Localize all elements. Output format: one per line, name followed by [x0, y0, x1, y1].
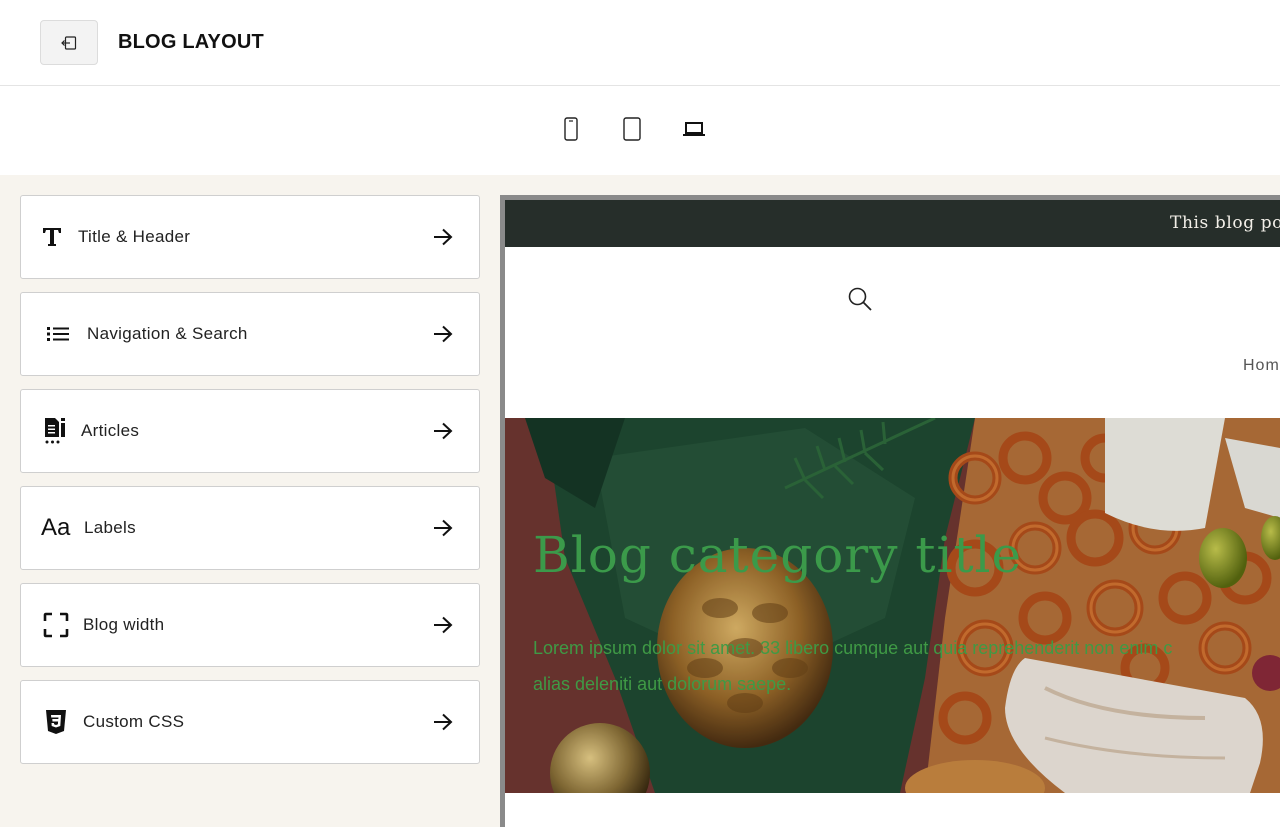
arrow-right-icon [433, 681, 453, 763]
laptop-icon [683, 122, 705, 136]
css3-icon [45, 681, 67, 763]
nav-home-link[interactable]: Hom [1243, 357, 1280, 375]
arrow-right-icon [433, 196, 453, 278]
arrow-right-icon [433, 487, 453, 569]
menu-item-custom-css[interactable]: Custom CSS [20, 680, 480, 764]
announcement-text: This blog po [1170, 213, 1280, 233]
expand-frame-icon [43, 584, 69, 666]
announcement-bar: This blog po [505, 200, 1280, 247]
hero-food-photo [505, 418, 1280, 793]
menu-item-blog-width[interactable]: Blog width [20, 583, 480, 667]
hero-description: Lorem ipsum dolor sit amet. 33 libero cu… [533, 630, 1280, 702]
tablet-icon [623, 117, 641, 141]
search-icon[interactable] [847, 286, 873, 317]
menu-item-label: Title & Header [78, 227, 191, 246]
top-bar: BLOG LAYOUT [0, 0, 1280, 86]
device-mobile-button[interactable] [563, 116, 579, 142]
arrow-right-icon [433, 293, 453, 375]
menu-item-articles[interactable]: Articles [20, 389, 480, 473]
hero-image: Blog category title Lorem ipsum dolor si… [505, 418, 1280, 793]
hero-description-line: Lorem ipsum dolor sit amet. 33 libero cu… [533, 638, 1173, 658]
hero-description-line: alias deleniti aut dolorum saepe. [533, 674, 792, 694]
menu-item-label: Navigation & Search [87, 324, 248, 343]
device-desktop-button[interactable] [682, 116, 706, 142]
device-tablet-button[interactable] [622, 116, 642, 142]
menu-item-label: Custom CSS [83, 712, 185, 731]
menu-item-title-header[interactable]: Title & Header [20, 195, 480, 279]
device-switcher [0, 87, 1280, 175]
exit-icon [61, 35, 77, 50]
menu-item-label: Blog width [83, 615, 165, 634]
hero-title: Blog category title [533, 526, 1023, 584]
title-T-icon [41, 196, 63, 278]
menu-item-label: Labels [84, 518, 136, 537]
font-Aa-icon: Aa [41, 514, 71, 541]
page-title: BLOG LAYOUT [118, 31, 264, 53]
mobile-icon [564, 117, 578, 141]
arrow-right-icon [433, 584, 453, 666]
menu-item-labels[interactable]: Aa Labels [20, 486, 480, 570]
menu-item-navigation-search[interactable]: Navigation & Search [20, 292, 480, 376]
blog-preview[interactable]: This blog po Hom Blog category title Lor… [505, 200, 1280, 827]
arrow-right-icon [433, 390, 453, 472]
back-button[interactable] [40, 20, 98, 65]
menu-item-label: Articles [81, 421, 140, 440]
list-icon [47, 293, 69, 375]
articles-icon [44, 390, 66, 472]
